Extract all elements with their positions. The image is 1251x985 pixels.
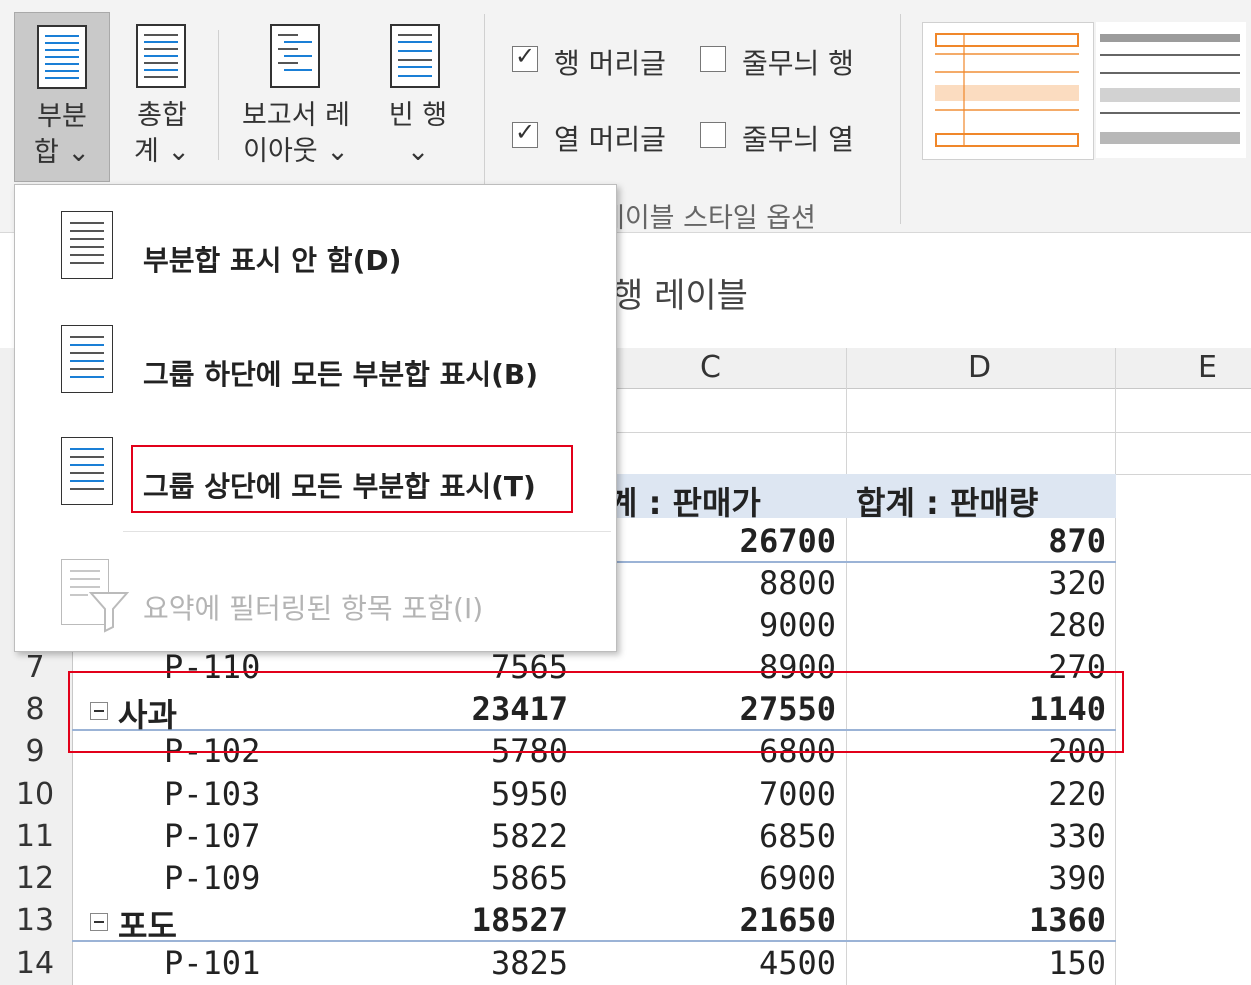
cell-c[interactable]: 21650 — [600, 901, 836, 939]
cell-b[interactable]: 18527 — [360, 901, 568, 939]
cell-b[interactable]: 5822 — [360, 817, 568, 855]
row-number[interactable]: 11 — [0, 819, 70, 854]
funnel-icon — [89, 592, 129, 633]
cell-d[interactable]: 220 — [860, 775, 1106, 813]
cell-a[interactable]: P-101 — [164, 944, 260, 982]
header-cell-sales-price[interactable]: 계 : 판매가 — [608, 478, 761, 524]
cell-b[interactable]: 5950 — [360, 775, 568, 813]
row-number[interactable]: 10 — [0, 777, 70, 812]
pivot-style-orange[interactable] — [922, 22, 1094, 160]
subtotals-dropdown-menu: 부분합 표시 안 함(D) 그룹 하단에 모든 부분합 표시(B) 그룹 상단에… — [14, 184, 617, 652]
blank-rows-label-1: 빈 행 — [388, 100, 448, 131]
cell-a[interactable]: P-109 — [164, 859, 260, 897]
ribbon-separator — [218, 30, 219, 160]
ribbon-separator — [900, 14, 901, 224]
report-layout-label-1: 보고서 레 — [242, 100, 350, 131]
subtotals-bottom-icon — [61, 325, 113, 393]
grand-totals-button[interactable]: 총합 계 ⌄ — [118, 12, 206, 182]
row-number[interactable]: 12 — [0, 861, 70, 896]
banded-columns-label: 줄무늬 열 — [742, 123, 854, 156]
grand-totals-label-1: 총합 — [137, 100, 187, 131]
header-cell-sales-qty[interactable]: 합계 : 판매량 — [856, 478, 1038, 524]
banded-columns-checkbox[interactable] — [700, 122, 726, 148]
cell-d[interactable]: 280 — [860, 606, 1106, 644]
cell-b[interactable]: 5865 — [360, 859, 568, 897]
gridline — [846, 348, 847, 985]
cell-d[interactable]: 150 — [860, 944, 1106, 982]
row-headers-checkbox[interactable] — [512, 42, 538, 72]
menu-item-include-filtered-items[interactable]: 요약에 필터링된 항목 포함(I) — [15, 543, 614, 653]
style-options-group-label: 레이블 스타일 옵션 — [600, 203, 816, 234]
column-header-e[interactable]: E — [1198, 350, 1217, 385]
row-number[interactable]: 8 — [0, 692, 70, 727]
cell-d[interactable]: 330 — [860, 817, 1106, 855]
pivot-style-gray[interactable] — [1096, 22, 1246, 158]
menu-item-highlight-box — [131, 445, 573, 513]
column-headers-checkbox[interactable] — [512, 118, 538, 148]
cell-d[interactable]: 390 — [860, 859, 1106, 897]
subtotals-label-2: 합 ⌄ — [33, 137, 91, 168]
cell-c[interactable]: 8800 — [600, 564, 836, 602]
report-layout-button[interactable]: 보고서 레 이아웃 ⌄ — [226, 12, 366, 182]
subtotals-label-1: 부분 — [37, 101, 87, 132]
menu-item-label: 요약에 필터링된 항목 포함(I) — [143, 592, 484, 625]
banded-rows-label: 줄무늬 행 — [742, 47, 854, 80]
menu-item-label: 그룹 하단에 모든 부분합 표시(B) — [143, 358, 539, 391]
cell-c[interactable]: 4500 — [600, 944, 836, 982]
report-layout-icon — [270, 24, 320, 88]
blank-rows-label-2: ⌄ — [406, 136, 430, 167]
menu-item-show-subtotals-bottom[interactable]: 그룹 하단에 모든 부분합 표시(B) — [15, 309, 614, 419]
menu-separator — [123, 531, 611, 532]
menu-item-do-not-show-subtotals[interactable]: 부분합 표시 안 함(D) — [15, 195, 614, 305]
no-subtotals-icon — [61, 211, 113, 279]
grand-totals-icon — [136, 24, 186, 88]
menu-item-label: 부분합 표시 안 함(D) — [143, 244, 402, 277]
cell-b[interactable]: 3825 — [360, 944, 568, 982]
subtotals-top-icon — [61, 437, 113, 505]
banded-rows-checkbox[interactable] — [700, 46, 726, 72]
grand-totals-label-2: 계 ⌄ — [133, 136, 191, 167]
subtotals-button[interactable]: 부분 합 ⌄ — [14, 12, 110, 182]
cell-c[interactable]: 6900 — [600, 859, 836, 897]
cell-d[interactable]: 870 — [860, 522, 1106, 560]
cell-a[interactable]: P-103 — [164, 775, 260, 813]
cell-a-group[interactable]: 포도 — [118, 901, 177, 947]
row-number[interactable]: 7 — [0, 650, 70, 685]
collapse-icon[interactable] — [90, 913, 108, 931]
row-number[interactable]: 13 — [0, 903, 70, 938]
cell-c[interactable]: 7000 — [600, 775, 836, 813]
row-highlight-box — [68, 671, 1124, 753]
cell-a[interactable]: P-107 — [164, 817, 260, 855]
group-underline — [72, 940, 1116, 942]
cell-c[interactable]: 6850 — [600, 817, 836, 855]
cell-d[interactable]: 1360 — [860, 901, 1106, 939]
pivot-row-label-caption: 행 레이블 — [612, 276, 748, 316]
column-headers-label: 열 머리글 — [554, 123, 666, 156]
subtotals-icon — [37, 25, 87, 89]
cell-c[interactable]: 26700 — [600, 522, 836, 560]
column-header-d[interactable]: D — [968, 350, 991, 385]
menu-item-show-subtotals-top[interactable]: 그룹 상단에 모든 부분합 표시(T) — [15, 421, 614, 531]
row-headers-label: 행 머리글 — [554, 47, 666, 80]
column-header-c[interactable]: C — [700, 350, 721, 385]
row-number[interactable]: 9 — [0, 734, 70, 769]
cell-d[interactable]: 320 — [860, 564, 1106, 602]
gridline — [1115, 348, 1116, 985]
row-number[interactable]: 14 — [0, 946, 70, 981]
cell-c[interactable]: 9000 — [600, 606, 836, 644]
report-layout-label-2: 이아웃 ⌄ — [243, 136, 349, 167]
blank-rows-button[interactable]: 빈 행 ⌄ — [374, 12, 462, 182]
blank-rows-icon — [390, 24, 440, 88]
